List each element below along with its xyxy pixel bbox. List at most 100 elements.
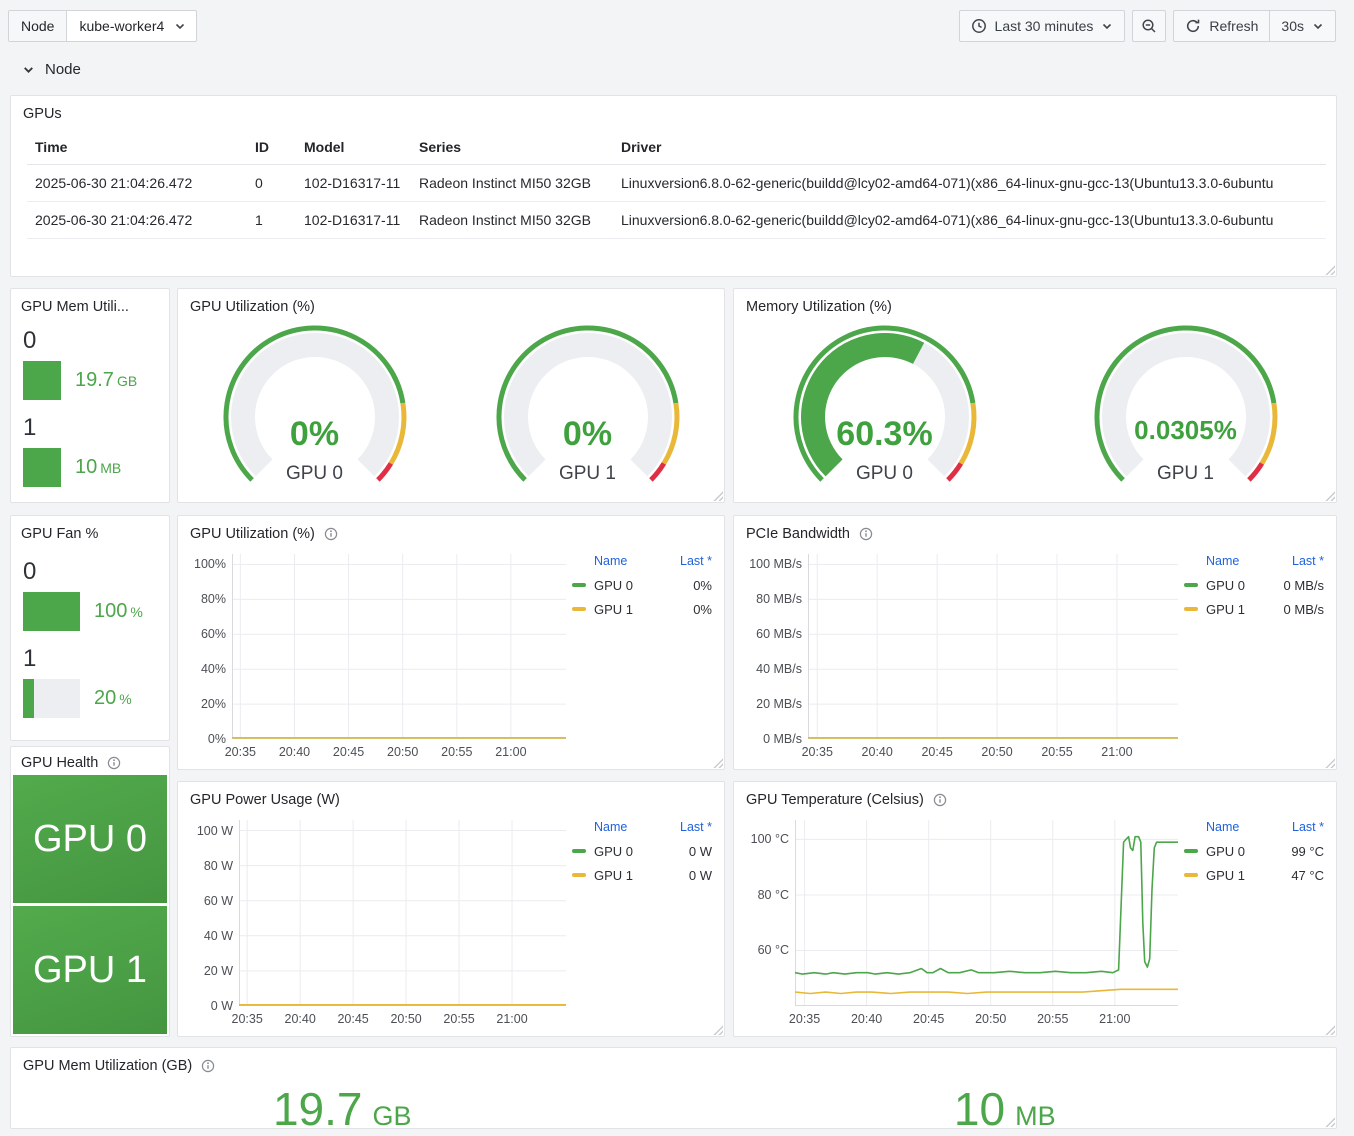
col-header-driver[interactable]: Driver [613,130,1326,165]
y-axis-label: 20 W [203,963,233,978]
panel-title[interactable]: GPU Fan % [21,526,98,542]
col-header-id[interactable]: ID [247,130,296,165]
legend-series-name[interactable]: GPU 0 [594,578,693,593]
health-box-gpu-0[interactable]: GPU 0 [13,775,167,903]
y-axis-label: 60 MB/s [756,627,802,642]
chart-plot-area[interactable] [808,554,1178,739]
panel-title[interactable]: PCIe Bandwidth [746,526,850,542]
series-line [795,835,1178,975]
time-range-picker[interactable]: Last 30 minutes [958,10,1126,42]
col-header-time[interactable]: Time [27,130,247,165]
bar-gauge-row: 0 19.7 GB [23,327,159,400]
x-axis-label: 20:35 [801,745,833,759]
info-icon[interactable] [324,527,338,541]
table-row[interactable]: 2025-06-30 21:04:26.472 0 102-D16317-11 … [27,164,1326,202]
panel-title[interactable]: GPU Temperature (Celsius) [746,792,924,808]
bar-gauge-value: 100% [94,600,143,622]
chart-plot-area[interactable] [795,820,1178,1006]
panel-title[interactable]: GPU Mem Utili... [21,299,129,315]
node-variable-selector[interactable]: Node kube-worker4 [8,10,198,42]
y-axis-label: 40% [200,662,226,677]
chart-plot-area[interactable] [239,820,566,1006]
legend-row: GPU 0 0% [572,573,712,597]
refresh-interval-value: 30s [1281,18,1304,34]
legend-name-header[interactable]: Name [594,820,627,834]
legend-last-header[interactable]: Last * [680,554,712,568]
legend-series-name[interactable]: GPU 0 [1206,844,1291,859]
gauge-gpu-0[interactable]: 0% GPU 0 [215,319,415,497]
legend-row: GPU 10 W [572,863,712,887]
series-color-dash [572,583,586,587]
table-row[interactable]: 2025-06-30 21:04:26.472 1 102-D16317-11 … [27,201,1326,239]
gauge-value: 0% [289,415,340,453]
gauge-label: GPU 0 [855,463,914,484]
legend-last-header[interactable]: Last * [1292,554,1324,568]
legend-name-header[interactable]: Name [594,554,627,568]
panel-resize-handle[interactable] [1325,265,1335,275]
chart-canvas[interactable] [232,554,566,739]
info-icon[interactable] [859,527,873,541]
bar-gauge-fill [23,361,61,400]
legend-last-header[interactable]: Last * [680,820,712,834]
legend-last-header[interactable]: Last * [1292,820,1324,834]
section-title: Node [45,61,81,78]
panel-title[interactable]: Memory Utilization (%) [746,299,892,315]
info-icon[interactable] [107,756,121,770]
panel-gpu-mem-stats: GPU Mem Utilization (GB) 19.7 GB 10 MB [10,1047,1337,1135]
node-variable-value[interactable]: kube-worker4 [67,11,196,41]
panel-title[interactable]: GPU Utilization (%) [190,526,315,542]
chart-canvas[interactable] [808,554,1178,739]
legend-series-name[interactable]: GPU 1 [594,868,689,883]
legend-series-name[interactable]: GPU 0 [1206,578,1284,593]
cell-id: 1 [247,201,296,239]
col-header-model[interactable]: Model [296,130,411,165]
bar-gauge-track [23,361,61,400]
legend-name-header[interactable]: Name [1206,554,1239,568]
x-axis-label: 20:35 [231,1012,263,1026]
stat-gpu-1-mem: 10 MB [953,1083,1056,1135]
panel-title[interactable]: GPU Health [21,755,98,771]
chart-canvas[interactable] [795,820,1178,1006]
x-axis-label: 21:00 [495,745,527,759]
legend-series-name[interactable]: GPU 0 [594,844,689,859]
panel-title[interactable]: GPU Mem Utilization (GB) [23,1058,192,1074]
panel-title[interactable]: GPU Utilization (%) [190,299,315,315]
bar-gauge-label: 1 [23,414,37,441]
cell-time: 2025-06-30 21:04:26.472 [27,201,247,239]
info-icon[interactable] [933,793,947,807]
bar-gauge-label: 1 [23,645,37,672]
y-axis-label: 100 °C [750,832,789,847]
x-axis-label: 20:50 [387,745,419,759]
x-axis-label: 20:55 [1037,1012,1069,1026]
y-axis-label: 20% [200,697,226,712]
legend-series-name[interactable]: GPU 1 [1206,602,1284,617]
chart-plot-area[interactable] [232,554,566,739]
cell-time: 2025-06-30 21:04:26.472 [27,164,247,202]
refresh-button[interactable]: Refresh [1173,10,1271,42]
bar-gauge-label: 0 [23,558,37,585]
refresh-interval-dropdown[interactable]: 30s [1270,10,1336,42]
section-row-node[interactable]: Node [22,61,81,78]
gauge-gpu-1[interactable]: 0% GPU 1 [488,319,688,497]
legend-series-name[interactable]: GPU 1 [1206,868,1291,883]
info-icon[interactable] [201,1059,215,1073]
gauge-value: 0% [562,415,613,453]
legend-name-header[interactable]: Name [1206,820,1239,834]
zoom-out-icon [1141,18,1157,34]
health-box-gpu-1[interactable]: GPU 1 [13,906,167,1034]
chart-legend: Name Last * GPU 0 0% GPU 1 0% [572,554,712,621]
cell-model: 102-D16317-11 [296,201,411,239]
legend-series-value: 0% [693,577,712,593]
panel-gpu-mem-bars: GPU Mem Utili... 0 19.7 GB 1 10 MB [10,288,170,503]
col-header-series[interactable]: Series [411,130,613,165]
series-color-dash [1184,873,1198,877]
x-axis-label: 20:45 [921,745,953,759]
legend-row: GPU 00 MB/s [1184,573,1324,597]
panel-title[interactable]: GPUs [23,106,62,122]
panel-title[interactable]: GPU Power Usage (W) [190,792,340,808]
chart-canvas[interactable] [239,820,566,1006]
legend-series-name[interactable]: GPU 1 [594,602,693,617]
gauge-gpu-0[interactable]: 60.3% GPU 0 [785,319,985,497]
gauge-gpu-1[interactable]: 0.0305% GPU 1 [1086,319,1286,497]
zoom-out-button[interactable] [1132,10,1167,42]
